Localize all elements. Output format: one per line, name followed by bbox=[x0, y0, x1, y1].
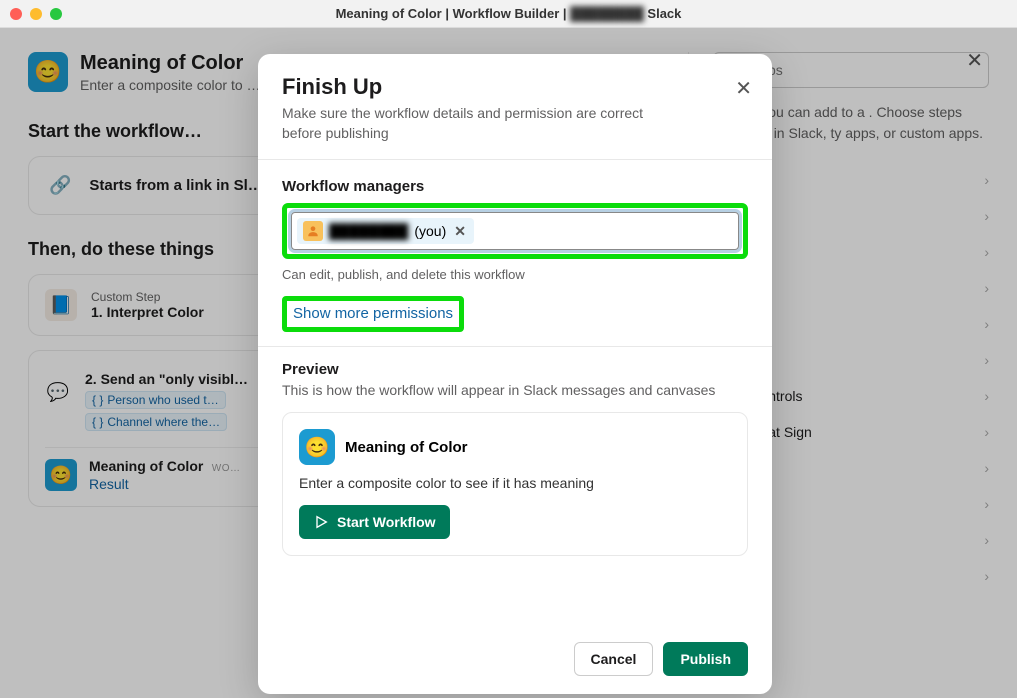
play-icon bbox=[313, 514, 329, 530]
manager-name: ████████ bbox=[329, 223, 408, 239]
manager-you-label: (you) bbox=[414, 223, 446, 239]
preview-card: 😊 Meaning of Color Enter a composite col… bbox=[282, 412, 748, 556]
preview-workflow-icon: 😊 bbox=[299, 429, 335, 465]
show-more-permissions-link[interactable]: Show more permissions bbox=[293, 305, 453, 322]
finish-up-modal: Finish Up Make sure the workflow details… bbox=[258, 54, 772, 694]
preview-workflow-subtitle: Enter a composite color to see if it has… bbox=[299, 475, 731, 491]
manager-chip: ████████ (you) ✕ bbox=[297, 218, 474, 244]
preview-workflow-title: Meaning of Color bbox=[345, 439, 468, 456]
highlight-show-more: Show more permissions bbox=[282, 296, 464, 332]
modal-subtitle: Make sure the workflow details and permi… bbox=[282, 104, 682, 143]
chip-remove-icon[interactable]: ✕ bbox=[452, 223, 468, 240]
managers-label: Workflow managers bbox=[282, 178, 748, 195]
window-zoom-button[interactable] bbox=[50, 8, 62, 20]
cancel-button[interactable]: Cancel bbox=[574, 642, 654, 676]
window-titlebar: Meaning of Color | Workflow Builder | ██… bbox=[0, 0, 1017, 28]
managers-help-text: Can edit, publish, and delete this workf… bbox=[282, 267, 748, 282]
modal-close-button[interactable]: ✕ bbox=[735, 76, 752, 101]
window-close-button[interactable] bbox=[10, 8, 22, 20]
publish-button[interactable]: Publish bbox=[663, 642, 748, 676]
managers-input[interactable]: ████████ (you) ✕ bbox=[291, 212, 739, 250]
window-minimize-button[interactable] bbox=[30, 8, 42, 20]
modal-title: Finish Up bbox=[282, 74, 748, 100]
preview-description: This is how the workflow will appear in … bbox=[282, 382, 748, 398]
start-workflow-button[interactable]: Start Workflow bbox=[299, 505, 450, 539]
window-title: Meaning of Color | Workflow Builder | ██… bbox=[0, 6, 1017, 21]
avatar-icon bbox=[303, 221, 323, 241]
divider bbox=[258, 346, 772, 347]
traffic-lights bbox=[10, 8, 62, 20]
preview-label: Preview bbox=[282, 361, 748, 378]
highlight-managers-input: ████████ (you) ✕ bbox=[282, 203, 748, 259]
